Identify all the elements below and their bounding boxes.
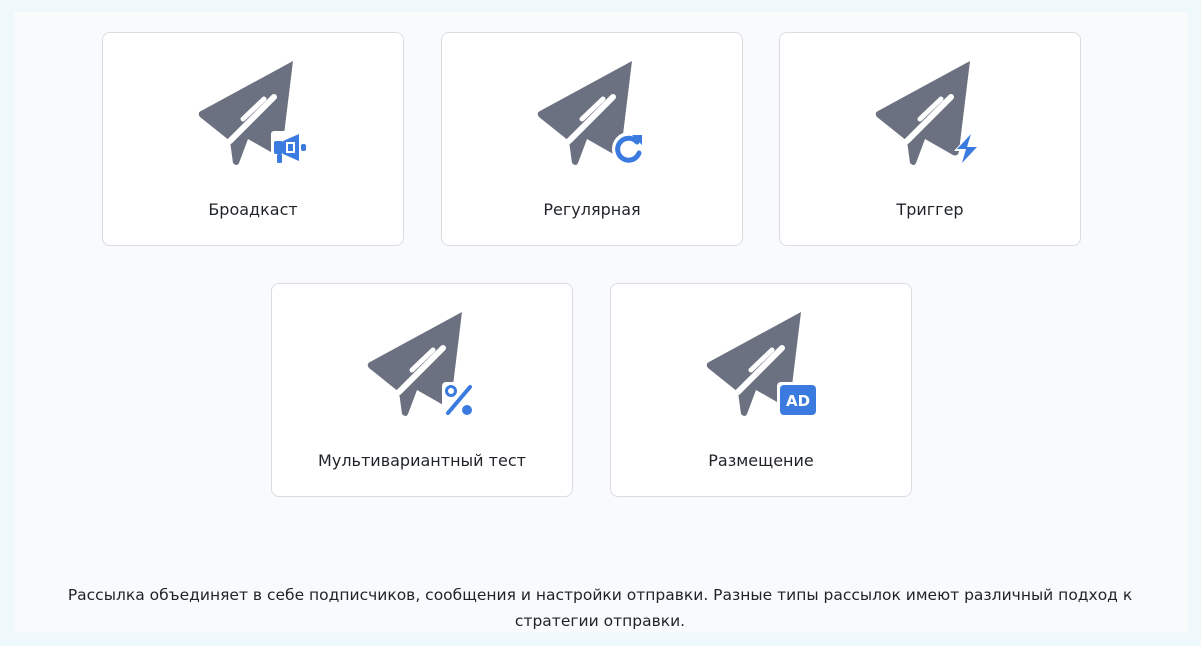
card-label: Регулярная	[543, 200, 641, 219]
card-broadcast[interactable]: Броадкаст	[102, 32, 404, 246]
card-label: Мультивариантный тест	[318, 451, 526, 470]
campaign-type-panel: Броадкаст Регулярная Триггер Мультивариа…	[14, 12, 1188, 632]
card-regular[interactable]: Регулярная	[441, 32, 743, 246]
lightning-icon	[954, 131, 980, 167]
card-multivariate-test[interactable]: Мультивариантный тест	[271, 283, 573, 497]
card-label: Броадкаст	[208, 200, 298, 219]
refresh-icon	[612, 132, 646, 166]
ad-icon: AD	[777, 382, 819, 418]
card-label: Размещение	[708, 451, 814, 470]
campaign-type-description: Рассылка объединяет в себе подписчиков, …	[67, 586, 1133, 630]
card-placement[interactable]: AD Размещение	[610, 283, 912, 497]
ad-badge-text: AD	[786, 392, 810, 410]
percent-icon	[442, 382, 476, 418]
megaphone-icon	[271, 131, 309, 167]
card-trigger[interactable]: Триггер	[779, 32, 1081, 246]
card-label: Триггер	[896, 200, 964, 219]
